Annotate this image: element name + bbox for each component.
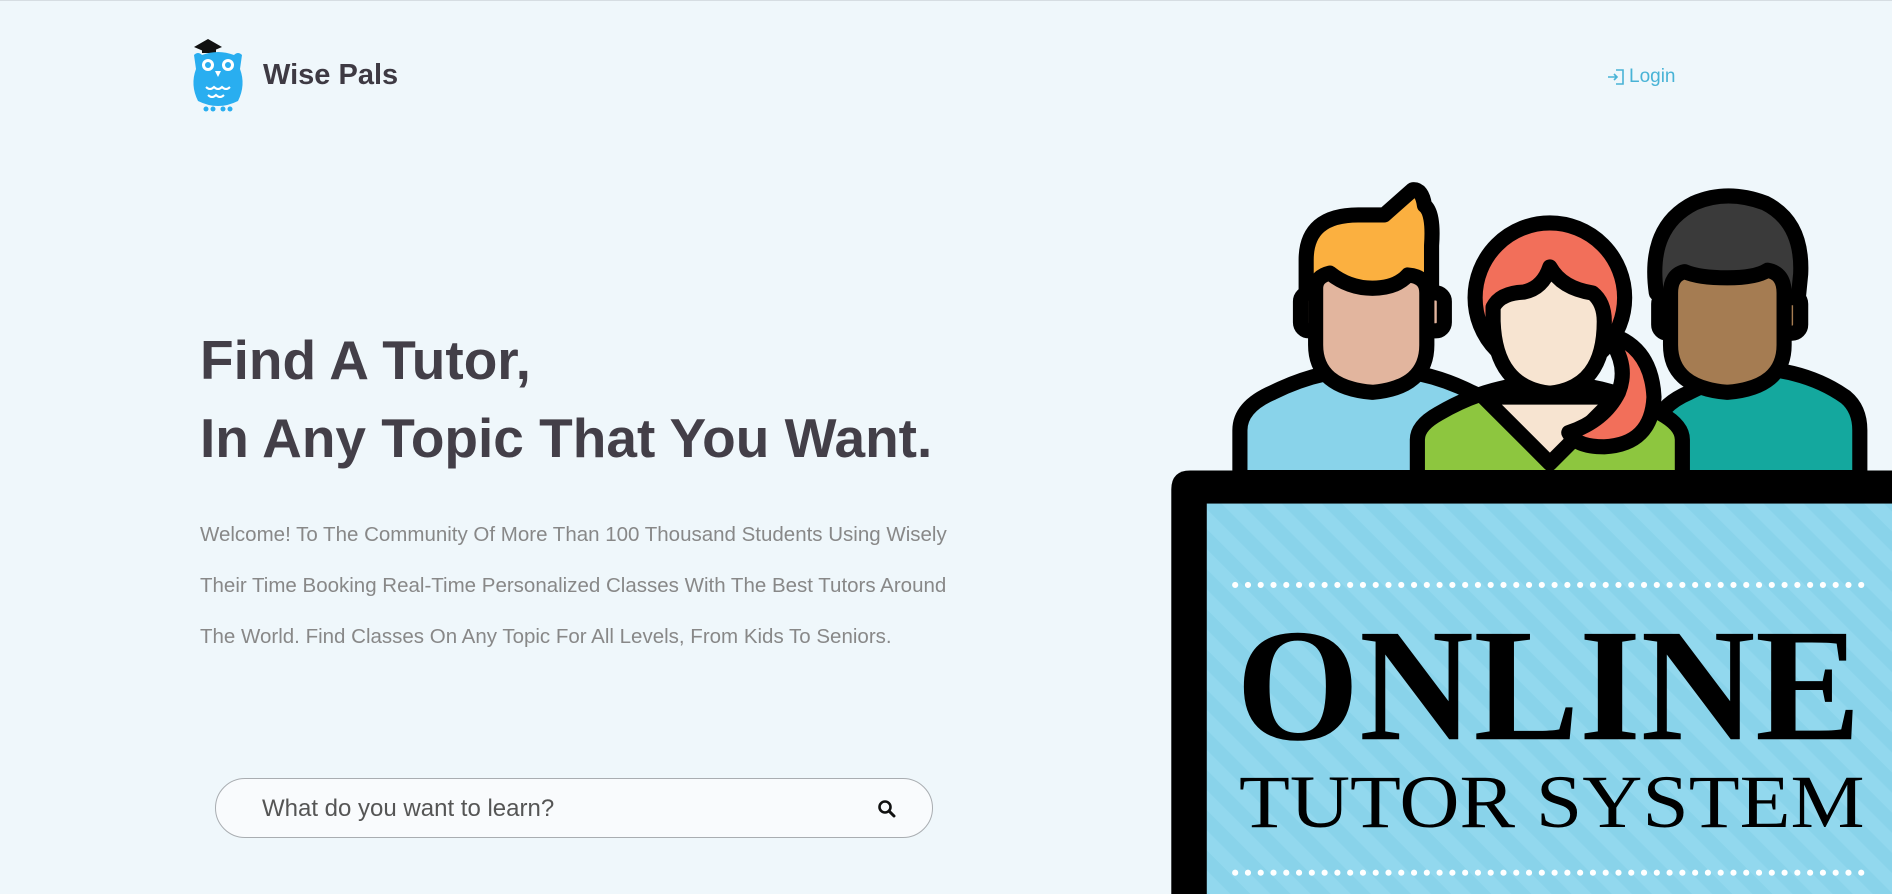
student-3-face	[1662, 262, 1792, 400]
illustration-headline: ONLINE	[1236, 596, 1861, 774]
brand-name[interactable]: Wise Pals	[263, 59, 398, 92]
search-bar	[215, 778, 933, 839]
login-label: Login	[1629, 66, 1676, 87]
hero-description: Welcome! To The Community Of More Than 1…	[200, 523, 947, 648]
hero-title: Find A Tutor, In Any Topic That You Want…	[200, 321, 932, 477]
hero-title-line-1: Find A Tutor,	[200, 329, 531, 391]
search-icon[interactable]	[876, 798, 898, 820]
sign-in-icon	[1608, 69, 1624, 85]
illustration-subheadline: TUTOR SYSTEM	[1239, 761, 1865, 844]
online-tutor-illustration: ONLINE TUTOR SYSTEM	[1171, 182, 1892, 894]
search-input[interactable]	[260, 779, 844, 839]
login-link[interactable]: Login	[1607, 66, 1676, 88]
owl-logo-icon[interactable]	[188, 35, 248, 115]
student-1-face	[1308, 265, 1435, 400]
hero-title-line-2: In Any Topic That You Want.	[200, 407, 933, 469]
